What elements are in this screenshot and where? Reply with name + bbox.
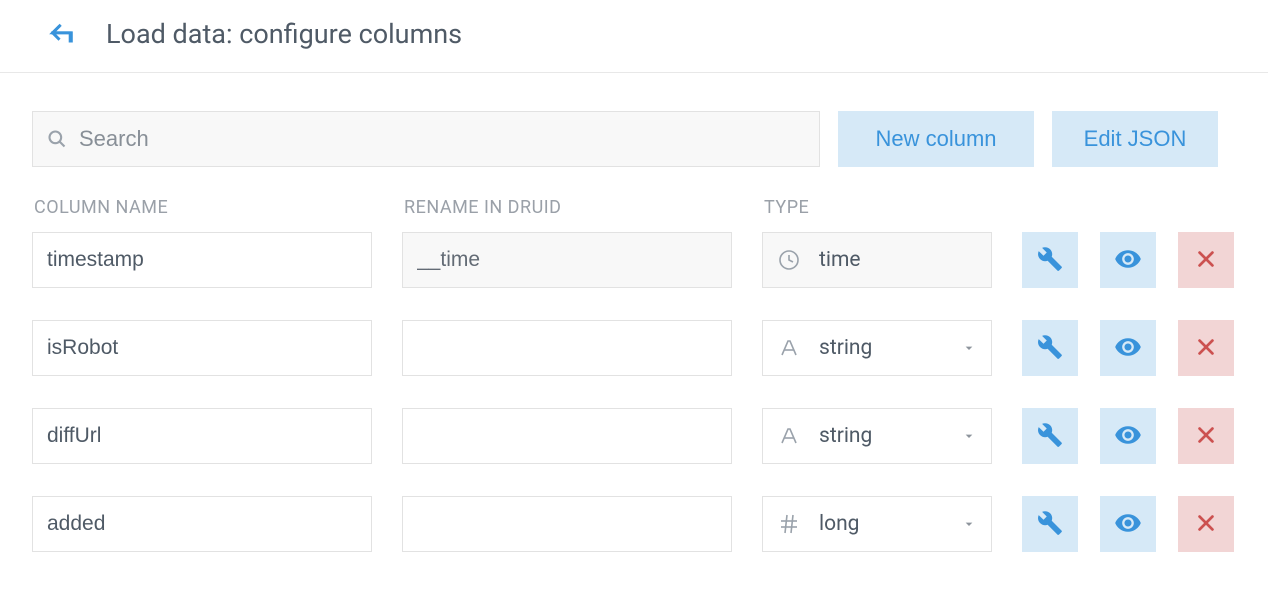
text-icon bbox=[777, 336, 801, 360]
column-row: time bbox=[32, 232, 1236, 288]
new-column-button[interactable]: New column bbox=[838, 111, 1034, 167]
chevron-down-icon bbox=[961, 516, 977, 532]
preview-button[interactable] bbox=[1100, 408, 1156, 464]
preview-button[interactable] bbox=[1100, 496, 1156, 552]
clock-icon bbox=[777, 248, 801, 272]
eye-icon bbox=[1114, 333, 1142, 364]
column-row: string bbox=[32, 320, 1236, 376]
eye-icon bbox=[1114, 509, 1142, 540]
column-name-input[interactable] bbox=[32, 232, 372, 288]
header-column-name: COLUMN NAME bbox=[34, 197, 374, 218]
wrench-icon bbox=[1037, 246, 1063, 275]
type-select[interactable]: long bbox=[762, 496, 992, 552]
type-select[interactable]: string bbox=[762, 320, 992, 376]
hash-icon bbox=[777, 512, 801, 536]
rename-input bbox=[402, 232, 732, 288]
search-input[interactable] bbox=[79, 126, 805, 152]
header-type: TYPE bbox=[764, 197, 994, 218]
close-icon bbox=[1195, 336, 1217, 361]
rename-input[interactable] bbox=[402, 496, 732, 552]
row-actions bbox=[1022, 408, 1236, 464]
wrench-icon bbox=[1037, 422, 1063, 451]
type-label: string bbox=[819, 336, 943, 360]
delete-button[interactable] bbox=[1178, 232, 1234, 288]
type-label: long bbox=[819, 512, 943, 536]
back-icon[interactable] bbox=[48, 20, 76, 48]
search-icon bbox=[47, 129, 67, 149]
delete-button[interactable] bbox=[1178, 320, 1234, 376]
columns-header-row: COLUMN NAME RENAME IN DRUID TYPE bbox=[32, 197, 1236, 218]
close-icon bbox=[1195, 248, 1217, 273]
configure-button[interactable] bbox=[1022, 232, 1078, 288]
column-name-input[interactable] bbox=[32, 408, 372, 464]
page-header: Load data: configure columns bbox=[0, 0, 1268, 73]
configure-button[interactable] bbox=[1022, 408, 1078, 464]
delete-button[interactable] bbox=[1178, 408, 1234, 464]
edit-json-button[interactable]: Edit JSON bbox=[1052, 111, 1218, 167]
preview-button[interactable] bbox=[1100, 232, 1156, 288]
rename-input[interactable] bbox=[402, 408, 732, 464]
chevron-down-icon bbox=[961, 340, 977, 356]
row-actions bbox=[1022, 232, 1236, 288]
close-icon bbox=[1195, 424, 1217, 449]
type-label: string bbox=[819, 424, 943, 448]
toolbar: New column Edit JSON bbox=[32, 111, 1236, 167]
delete-button[interactable] bbox=[1178, 496, 1234, 552]
page-title: Load data: configure columns bbox=[106, 18, 462, 50]
content-area: New column Edit JSON COLUMN NAME RENAME … bbox=[0, 73, 1268, 552]
eye-icon bbox=[1114, 421, 1142, 452]
column-name-input[interactable] bbox=[32, 496, 372, 552]
rows-container: time string string long bbox=[32, 232, 1236, 552]
chevron-down-icon bbox=[961, 428, 977, 444]
search-field-wrap bbox=[32, 111, 820, 167]
eye-icon bbox=[1114, 245, 1142, 276]
preview-button[interactable] bbox=[1100, 320, 1156, 376]
type-select[interactable]: string bbox=[762, 408, 992, 464]
row-actions bbox=[1022, 320, 1236, 376]
type-label: time bbox=[819, 248, 977, 272]
column-row: long bbox=[32, 496, 1236, 552]
type-select: time bbox=[762, 232, 992, 288]
rename-input[interactable] bbox=[402, 320, 732, 376]
row-actions bbox=[1022, 496, 1236, 552]
column-row: string bbox=[32, 408, 1236, 464]
configure-button[interactable] bbox=[1022, 320, 1078, 376]
column-name-input[interactable] bbox=[32, 320, 372, 376]
wrench-icon bbox=[1037, 334, 1063, 363]
wrench-icon bbox=[1037, 510, 1063, 539]
configure-button[interactable] bbox=[1022, 496, 1078, 552]
header-rename: RENAME IN DRUID bbox=[404, 197, 734, 218]
text-icon bbox=[777, 424, 801, 448]
close-icon bbox=[1195, 512, 1217, 537]
